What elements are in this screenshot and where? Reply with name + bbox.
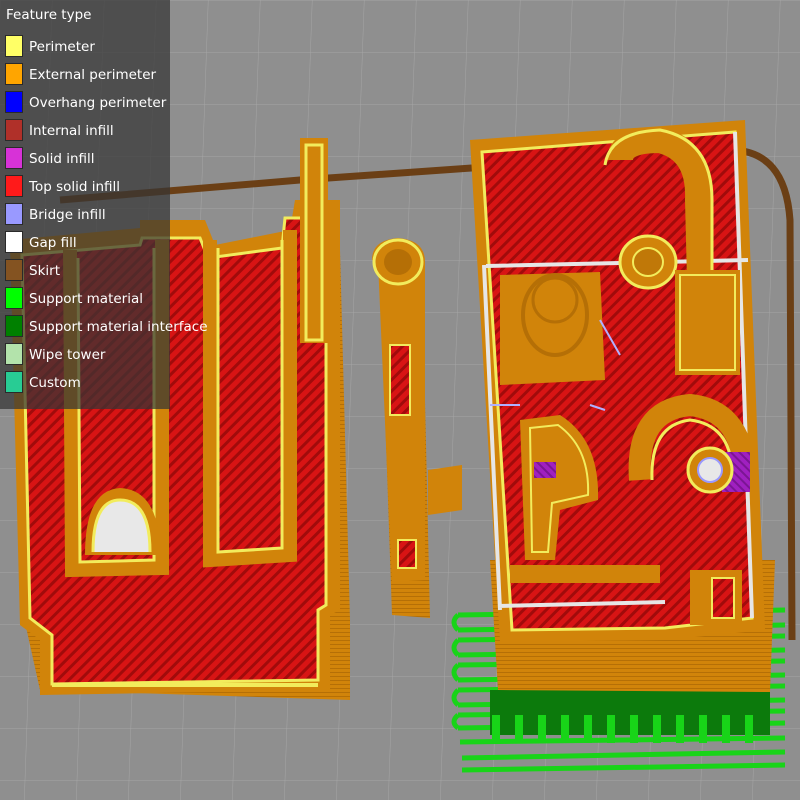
middle-part-ring-inner — [384, 249, 412, 275]
right-part-step-wall — [675, 270, 740, 375]
legend-label: Top solid infill — [29, 179, 121, 195]
legend-item-support-material-interface: Support material interface — [5, 315, 208, 339]
legend-label: Overhang perimeter — [29, 95, 167, 111]
right-part-small-ring-hole — [697, 457, 723, 483]
legend-swatch-external-perimeter — [5, 63, 23, 85]
legend-item-wipe-tower: Wipe tower — [5, 343, 170, 367]
legend-label: Custom — [29, 375, 81, 391]
legend-swatch-gap-fill — [5, 231, 23, 253]
legend-swatch-support-material-interface — [5, 315, 23, 337]
legend-item-top-solid-infill: Top solid infill — [5, 175, 170, 199]
right-part-bottom-wall — [510, 565, 660, 583]
legend-label: Support material interface — [29, 319, 208, 335]
legend-swatch-solid-infill — [5, 147, 23, 169]
legend-label: Wipe tower — [29, 347, 106, 363]
right-part-purple-patch — [534, 462, 556, 478]
legend-label: Internal infill — [29, 123, 114, 139]
legend-label: External perimeter — [29, 67, 157, 83]
legend-label: Skirt — [29, 263, 60, 279]
legend-item-bridge-infill: Bridge infill — [5, 203, 170, 227]
middle-part-tab — [428, 465, 462, 515]
right-part — [470, 120, 775, 692]
legend-swatch-perimeter — [5, 35, 23, 57]
legend-item-support-material: Support material — [5, 287, 170, 311]
feature-type-legend: Feature type Perimeter External perimete… — [0, 0, 208, 409]
right-part-pocket-boss — [521, 273, 589, 357]
legend-swatch-support-material — [5, 287, 23, 309]
legend-label: Perimeter — [29, 39, 95, 55]
legend-swatch-wipe-tower — [5, 343, 23, 365]
middle-part-lower-infill — [397, 539, 417, 569]
legend-item-gap-fill: Gap fill — [5, 231, 170, 255]
legend-title: Feature type — [6, 7, 92, 23]
legend-label: Solid infill — [29, 151, 95, 167]
legend-label: Support material — [29, 291, 144, 307]
legend-item-perimeter: Perimeter — [5, 35, 170, 59]
middle-part-slot-infill — [389, 344, 411, 416]
legend-swatch-top-solid-infill — [5, 175, 23, 197]
legend-swatch-internal-infill — [5, 119, 23, 141]
legend-item-external-perimeter: External perimeter — [5, 63, 170, 87]
legend-item-overhang-perimeter: Overhang perimeter — [5, 91, 170, 115]
legend-label: Gap fill — [29, 235, 77, 251]
legend-item-solid-infill: Solid infill — [5, 147, 170, 171]
right-part-slot-right-infill — [711, 577, 735, 619]
legend-label: Bridge infill — [29, 207, 106, 223]
legend-swatch-bridge-infill — [5, 203, 23, 225]
right-part-boss-upper-core — [632, 247, 664, 277]
legend-swatch-skirt — [5, 259, 23, 281]
legend-swatch-custom — [5, 371, 23, 393]
legend-item-internal-infill: Internal infill — [5, 119, 170, 143]
legend-item-custom: Custom — [5, 371, 170, 395]
left-part-post — [300, 138, 328, 343]
left-part-bottom-perimeter — [52, 683, 318, 687]
legend-item-skirt: Skirt — [5, 259, 170, 283]
legend-swatch-overhang-perimeter — [5, 91, 23, 113]
